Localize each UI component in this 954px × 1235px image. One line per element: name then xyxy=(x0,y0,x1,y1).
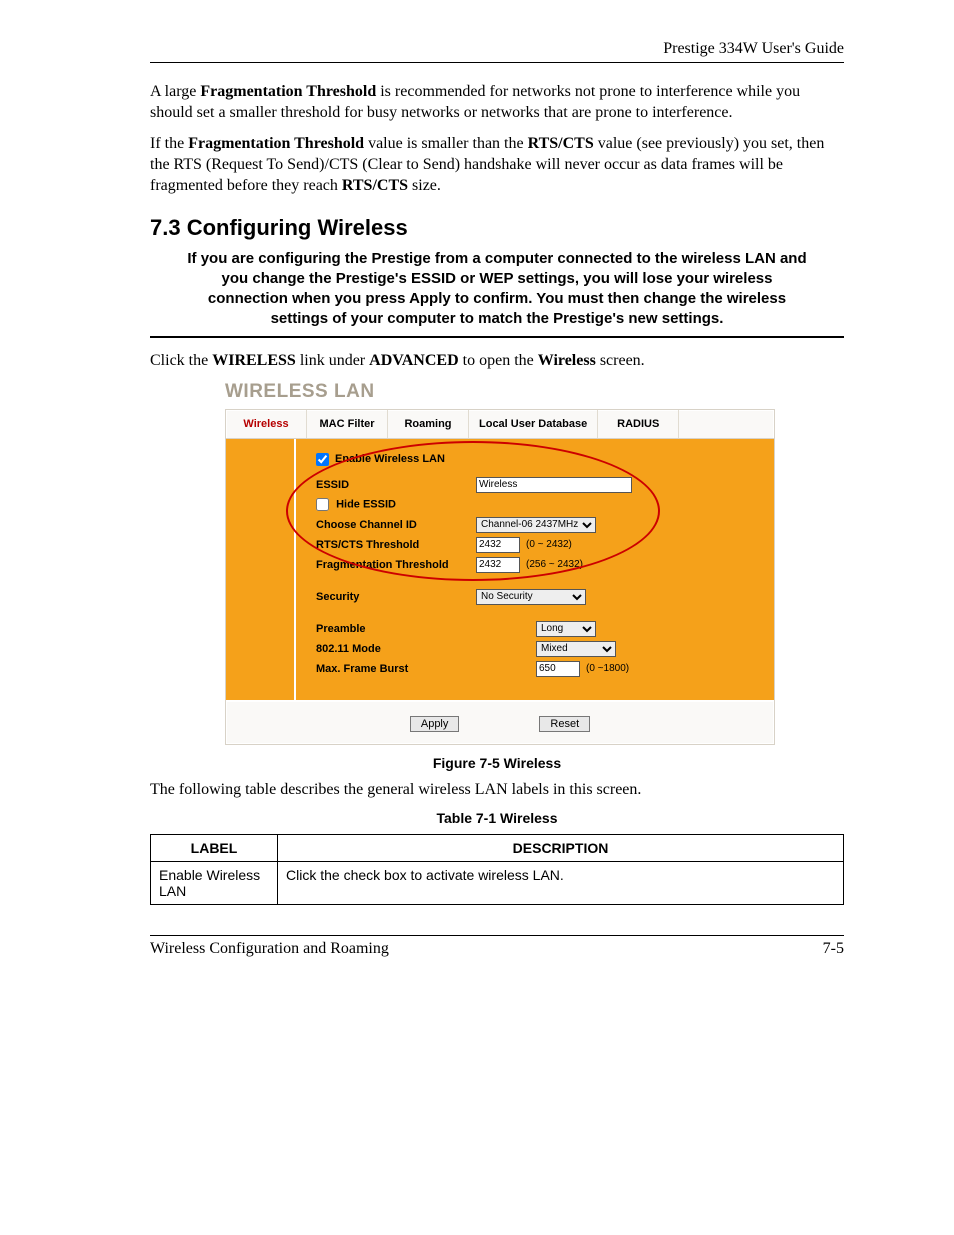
apply-button[interactable]: Apply xyxy=(410,716,460,732)
label-mode: 802.11 Mode xyxy=(316,643,536,655)
tab-roaming[interactable]: Roaming xyxy=(388,410,469,438)
footer-section: Wireless Configuration and Roaming xyxy=(150,940,389,958)
page: Prestige 334W User's Guide A large Fragm… xyxy=(0,0,954,1235)
preamble-select[interactable]: Long xyxy=(536,621,596,637)
burst-range: (0 ~1800) xyxy=(586,663,629,674)
rule xyxy=(150,935,844,936)
label-security: Security xyxy=(316,591,476,603)
text: Click the xyxy=(150,352,212,369)
essid-input[interactable] xyxy=(476,477,632,493)
rule xyxy=(150,62,844,63)
text: A large xyxy=(150,83,200,100)
bold: ADVANCED xyxy=(369,352,459,369)
cell-desc: Click the check box to activate wireless… xyxy=(278,861,844,904)
doc-header: Prestige 334W User's Guide xyxy=(150,40,844,58)
text: size. xyxy=(408,177,441,194)
label-frag: Fragmentation Threshold xyxy=(316,559,476,571)
wireless-table: LABEL DESCRIPTION Enable Wireless LAN Cl… xyxy=(150,834,844,905)
label-rts: RTS/CTS Threshold xyxy=(316,539,476,551)
config-panel: Enable Wireless LAN ESSID Hide ESSID Cho… xyxy=(226,439,774,702)
frag-input[interactable] xyxy=(476,557,520,573)
label-hide-essid: Hide ESSID xyxy=(316,498,490,511)
figure-heading: WIRELESS LAN xyxy=(225,381,775,403)
security-select[interactable]: No Security xyxy=(476,589,586,605)
tab-local-user-db[interactable]: Local User Database xyxy=(469,410,598,438)
bold: Fragmentation Threshold xyxy=(188,135,364,152)
reset-button[interactable]: Reset xyxy=(539,716,590,732)
text: value is smaller than the xyxy=(364,135,528,152)
figure-caption: Figure 7-5 Wireless xyxy=(150,755,844,771)
bold: WIRELESS xyxy=(212,352,296,369)
rts-range: (0 ~ 2432) xyxy=(526,539,572,550)
text: to open the xyxy=(459,352,538,369)
tab-mac-filter[interactable]: MAC Filter xyxy=(307,410,388,438)
bold: Wireless xyxy=(538,352,596,369)
bold: RTS/CTS xyxy=(342,177,408,194)
paragraph: Click the WIRELESS link under ADVANCED t… xyxy=(150,350,844,371)
cell-label: Enable Wireless LAN xyxy=(151,861,278,904)
text: screen. xyxy=(596,352,645,369)
label-channel: Choose Channel ID xyxy=(316,519,476,531)
config-card: Wireless MAC Filter Roaming Local User D… xyxy=(225,409,775,745)
text: link under xyxy=(296,352,369,369)
label-essid: ESSID xyxy=(316,479,476,491)
page-footer: Wireless Configuration and Roaming 7-5 xyxy=(150,940,844,958)
th-desc: DESCRIPTION xyxy=(278,834,844,861)
label-preamble: Preamble xyxy=(316,623,536,635)
enable-wireless-label: Enable Wireless LAN xyxy=(335,453,445,465)
tab-bar: Wireless MAC Filter Roaming Local User D… xyxy=(226,410,774,439)
paragraph: The following table describes the genera… xyxy=(150,779,844,800)
text: If the xyxy=(150,135,188,152)
bold: Fragmentation Threshold xyxy=(200,83,376,100)
label-burst: Max. Frame Burst xyxy=(316,663,536,675)
paragraph: A large Fragmentation Threshold is recom… xyxy=(150,81,844,123)
footer-page: 7-5 xyxy=(823,940,844,958)
tab-wireless[interactable]: Wireless xyxy=(226,410,307,438)
hide-essid-text: Hide ESSID xyxy=(336,499,396,511)
section-heading: 7.3 Configuring Wireless xyxy=(150,215,844,241)
enable-wireless-checkbox[interactable] xyxy=(316,453,329,466)
figure-wireless-config: WIRELESS LAN Wireless MAC Filter Roaming… xyxy=(225,381,775,745)
rts-input[interactable] xyxy=(476,537,520,553)
frag-range: (256 ~ 2432) xyxy=(526,559,583,570)
burst-input[interactable] xyxy=(536,661,580,677)
table-caption: Table 7-1 Wireless xyxy=(150,810,844,826)
th-label: LABEL xyxy=(151,834,278,861)
bold: RTS/CTS xyxy=(528,135,594,152)
button-row: Apply Reset xyxy=(226,716,774,732)
hide-essid-checkbox[interactable] xyxy=(316,498,329,511)
paragraph: If the Fragmentation Threshold value is … xyxy=(150,133,844,196)
warning-note: If you are configuring the Prestige from… xyxy=(150,249,844,338)
channel-select[interactable]: Channel-06 2437MHz xyxy=(476,517,596,533)
table-row: Enable Wireless LAN Click the check box … xyxy=(151,861,844,904)
tab-radius[interactable]: RADIUS xyxy=(598,410,679,438)
mode-select[interactable]: Mixed xyxy=(536,641,616,657)
